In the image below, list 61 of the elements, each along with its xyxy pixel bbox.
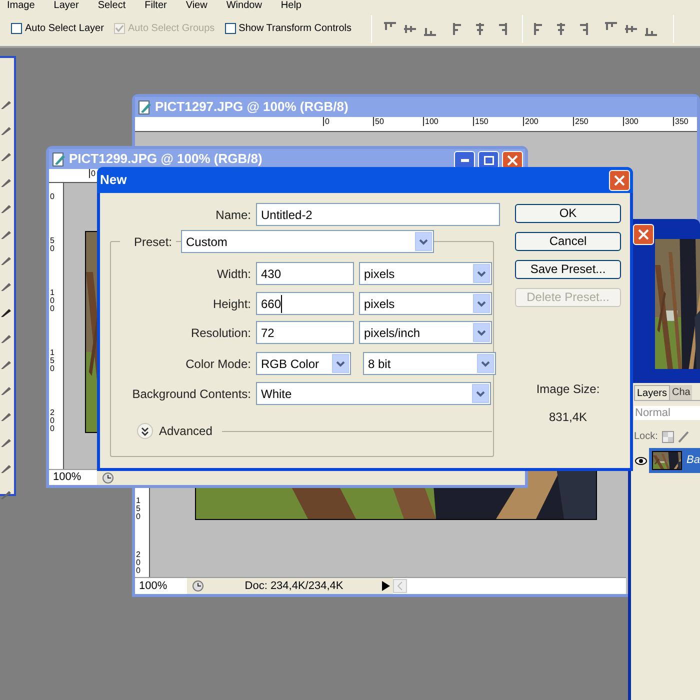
document-size-label: Doc: 234,4K/234,4K (244, 579, 344, 594)
panel-tab[interactable]: Cha (670, 385, 692, 400)
ruler-label: 50 (50, 237, 56, 253)
checkbox-label: Auto Select Layer (25, 22, 104, 36)
input-field[interactable]: 72 (256, 321, 354, 344)
field-label: Resolution: (190, 324, 251, 342)
field-label: Width: (216, 266, 251, 282)
layer-row[interactable]: Ba (634, 448, 700, 473)
ruler-label: 150 (136, 497, 142, 521)
dialog-button[interactable]: Cancel (515, 232, 621, 251)
ruler-label: 350 (673, 117, 688, 126)
ruler-label: 300 (623, 117, 638, 126)
ruler-label: 200 (50, 409, 56, 433)
layer-name: Ba (686, 453, 700, 468)
field-label: Background Contents: (131, 386, 251, 402)
menu-item[interactable]: Window (226, 0, 262, 11)
dropdown[interactable]: Custom (181, 230, 434, 253)
checkbox-label: Auto Select Groups (128, 22, 215, 36)
dropdown[interactable]: pixels/inch (359, 321, 492, 344)
dropdown[interactable]: pixels (359, 292, 492, 315)
dialog-title: New (100, 171, 127, 190)
field-label: Color Mode: (184, 356, 251, 372)
dropdown[interactable]: pixels (359, 262, 492, 285)
window-title: PICT1297.JPG @ 100% (RGB/8) (155, 98, 348, 116)
dialog-button: Delete Preset... (515, 288, 621, 307)
ruler-label: 0 (50, 193, 56, 201)
ruler-label: 150 (50, 349, 56, 373)
field-label: Height: (212, 296, 251, 312)
ruler-label: 250 (573, 117, 588, 126)
panel-tab[interactable]: Layers (634, 385, 670, 400)
ruler-label: 100 (423, 117, 438, 126)
menu-item[interactable]: View (186, 0, 208, 11)
ruler-label: 200 (136, 551, 142, 575)
menu-item[interactable]: Help (280, 0, 302, 11)
ruler-label: 150 (473, 117, 488, 126)
ruler-label: 0 (89, 169, 96, 178)
menu-item[interactable]: Filter (144, 0, 167, 11)
section-label: Advanced (159, 423, 212, 440)
zoom-field[interactable]: 100% (49, 470, 97, 485)
image-size-label: Image Size: (536, 381, 600, 398)
dropdown[interactable]: 8 bit (363, 352, 496, 375)
dropdown[interactable]: RGB Color (256, 352, 351, 375)
ruler-label: 0 (323, 117, 330, 126)
menu-item[interactable]: Layer (54, 0, 79, 11)
dialog-button[interactable]: Save Preset... (515, 260, 621, 279)
ruler-label: 50 (373, 117, 384, 126)
dropdown[interactable]: White (256, 382, 491, 405)
ruler-label: 200 (523, 117, 538, 126)
dialog-button[interactable]: OK (515, 204, 621, 223)
image-size-value: 831,4K (548, 409, 588, 426)
input-field[interactable]: 660 (256, 292, 354, 315)
input-field[interactable]: 430 (256, 262, 354, 285)
checkbox-label: Show Transform Controls (238, 22, 352, 36)
field-label: Name: (214, 206, 251, 224)
window-title: PICT1299.JPG @ 100% (RGB/8) (69, 150, 262, 168)
lock-label: Lock: (634, 430, 658, 444)
ruler-label: 100 (50, 289, 56, 313)
menu-item[interactable]: Select (98, 0, 126, 11)
menu-item[interactable]: Image (7, 0, 35, 11)
zoom-field[interactable]: 100% (135, 578, 187, 594)
input-field[interactable]: Untitled-2 (256, 203, 500, 226)
